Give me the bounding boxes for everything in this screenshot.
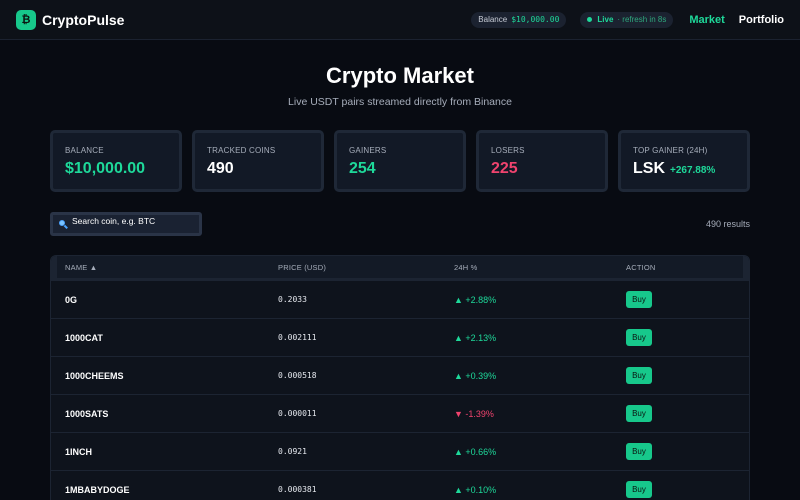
stats-cards: BALANCE $10,000.00 TRACKED COINS 490 GAI… bbox=[50, 130, 750, 192]
bitcoin-logo-icon: ₿ bbox=[16, 9, 36, 30]
buy-button[interactable]: Buy bbox=[626, 481, 652, 498]
coin-price: 0.002111 bbox=[278, 333, 317, 342]
top-gainer-value: LSK +267.88% bbox=[633, 160, 735, 178]
coin-name: 1INCH bbox=[65, 446, 93, 457]
buy-button[interactable]: Buy bbox=[626, 329, 652, 346]
stat-card-top-gainer: TOP GAINER (24H) LSK +267.88% bbox=[618, 130, 750, 192]
market-table: NAME ▲ PRICE (USD) 24H % ACTION 0G 0.203… bbox=[50, 255, 750, 500]
search-box bbox=[50, 212, 202, 236]
coin-name: 1000CAT bbox=[65, 332, 103, 343]
coin-change: ▲ +0.39% bbox=[454, 370, 497, 381]
stat-label: TRACKED COINS bbox=[207, 146, 276, 155]
coin-price: 0.000381 bbox=[278, 485, 317, 494]
nav-portfolio-link[interactable]: Portfolio bbox=[739, 14, 784, 26]
page-subtitle: Live USDT pairs streamed directly from B… bbox=[288, 96, 512, 108]
coin-price: 0.000518 bbox=[278, 371, 317, 380]
nav-market-link[interactable]: Market bbox=[689, 14, 724, 26]
stat-label: BALANCE bbox=[65, 146, 104, 155]
coin-change: ▲ +0.10% bbox=[454, 484, 497, 495]
stat-card-tracked-coins: TRACKED COINS 490 bbox=[192, 130, 324, 192]
balance-pill-label: Balance bbox=[478, 15, 508, 24]
top-navbar: ₿ CryptoPulse Balance $10,000.00 Live · … bbox=[0, 0, 800, 40]
coin-change: ▲ +0.66% bbox=[454, 446, 497, 457]
coin-name: 1000SATS bbox=[65, 408, 109, 419]
coin-change: ▲ +2.13% bbox=[454, 332, 497, 343]
buy-button[interactable]: Buy bbox=[626, 405, 652, 422]
table-header: NAME ▲ PRICE (USD) 24H % ACTION bbox=[51, 256, 749, 281]
stat-label: LOSERS bbox=[491, 146, 525, 155]
buy-button[interactable]: Buy bbox=[626, 367, 652, 384]
table-row: 1000SATS 0.000011 ▼ -1.39% Buy bbox=[51, 395, 749, 433]
table-row: 1000CAT 0.002111 ▲ +2.13% Buy bbox=[51, 319, 749, 357]
stat-card-losers: LOSERS 225 bbox=[476, 130, 608, 192]
coin-change: ▼ -1.39% bbox=[454, 408, 494, 419]
header-name-sort[interactable]: NAME ▲ bbox=[65, 263, 97, 272]
top-gainer-change: +267.88% bbox=[670, 165, 716, 176]
stat-card-balance: BALANCE $10,000.00 bbox=[50, 130, 182, 192]
header-price: PRICE (USD) bbox=[278, 262, 327, 272]
brand-name[interactable]: CryptoPulse bbox=[42, 12, 124, 28]
header-action: ACTION bbox=[626, 262, 656, 272]
stat-value: 225 bbox=[491, 160, 518, 177]
coin-price: 0.0921 bbox=[278, 447, 307, 456]
stat-label: GAINERS bbox=[349, 146, 387, 155]
stat-card-gainers: GAINERS 254 bbox=[334, 130, 466, 192]
coin-name: 0G bbox=[65, 294, 78, 305]
live-dot-icon bbox=[587, 17, 593, 22]
coin-name: 1000CHEEMS bbox=[65, 370, 124, 381]
coin-change: ▲ +2.88% bbox=[454, 294, 497, 305]
balance-pill-value: $10,000.00 bbox=[511, 15, 560, 24]
search-icon bbox=[57, 218, 69, 230]
search-input[interactable] bbox=[72, 213, 199, 229]
page-title: Crypto Market bbox=[326, 63, 474, 88]
stat-value: $10,000.00 bbox=[65, 160, 146, 177]
buy-button[interactable]: Buy bbox=[626, 291, 652, 308]
table-row: 1INCH 0.0921 ▲ +0.66% Buy bbox=[51, 433, 749, 471]
stat-label: TOP GAINER (24H) bbox=[633, 146, 708, 155]
balance-pill: Balance $10,000.00 bbox=[471, 11, 567, 28]
top-gainer-symbol: LSK bbox=[633, 160, 665, 177]
live-status-pill: Live · refresh in 8s bbox=[580, 11, 674, 28]
table-row: 0G 0.2033 ▲ +2.88% Buy bbox=[51, 281, 749, 319]
coin-name: 1MBABYDOGE bbox=[65, 484, 130, 495]
stat-value: 254 bbox=[349, 160, 376, 177]
results-count: 490 results bbox=[705, 219, 750, 229]
table-row: 1000CHEEMS 0.000518 ▲ +0.39% Buy bbox=[51, 357, 749, 395]
refresh-countdown: · refresh in 8s bbox=[617, 15, 667, 24]
live-label: Live bbox=[597, 15, 614, 24]
top-right-group: Balance $10,000.00 Live · refresh in 8s … bbox=[471, 11, 784, 28]
coin-price: 0.2033 bbox=[278, 295, 307, 304]
buy-button[interactable]: Buy bbox=[626, 443, 652, 460]
table-row: 1MBABYDOGE 0.000381 ▲ +0.10% Buy bbox=[51, 471, 749, 500]
stat-value: 490 bbox=[207, 160, 234, 177]
coin-price: 0.000011 bbox=[278, 409, 317, 418]
header-change: 24H % bbox=[454, 262, 478, 272]
